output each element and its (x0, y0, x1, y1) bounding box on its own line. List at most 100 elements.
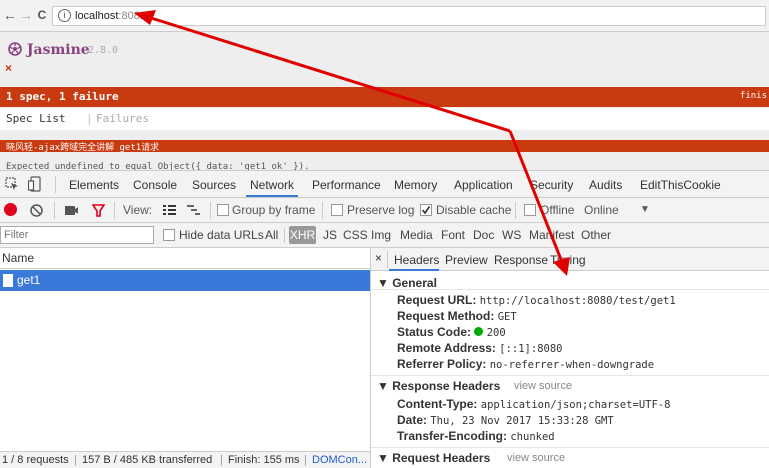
hide-data-urls-checkbox[interactable] (163, 229, 175, 241)
divider (371, 289, 769, 290)
active-tab-indicator (246, 195, 298, 197)
filter-ws[interactable]: WS (502, 228, 521, 242)
tab-performance[interactable]: Performance (312, 178, 381, 192)
inspect-element-icon[interactable] (5, 177, 19, 191)
tab-editthiscookie[interactable]: EditThisCookie (640, 178, 721, 192)
close-icon[interactable]: × (375, 251, 382, 265)
request-list-header[interactable]: Name (0, 248, 370, 269)
filter-manifest[interactable]: Manifest (529, 228, 574, 242)
offline-checkbox[interactable] (524, 204, 536, 216)
filter-xhr[interactable]: XHR (289, 226, 316, 244)
divider (371, 375, 769, 376)
request-url-row: Request URL: http://localhost:8080/test/… (397, 293, 676, 307)
tab-elements[interactable]: Elements (69, 178, 119, 192)
filter-all[interactable]: All (265, 228, 278, 242)
tab-response[interactable]: Response (494, 253, 548, 267)
spec-tabs: Spec List | Failures (0, 108, 769, 130)
throttling-select[interactable]: Online (584, 203, 619, 217)
failed-spec-mark[interactable]: × (5, 61, 12, 75)
browser-toolbar: ← → C i localhost:8081 (0, 0, 769, 32)
filter-other[interactable]: Other (581, 228, 611, 242)
failing-spec-row[interactable]: 晓风轻-ajax跨域完全讲解 get1请求 (0, 140, 769, 153)
preserve-log-checkbox[interactable] (331, 204, 343, 216)
devtools-panel: Elements Console Sources Network Perform… (0, 170, 769, 468)
filter-input[interactable] (0, 226, 154, 244)
large-rows-icon[interactable] (163, 204, 176, 217)
request-name: get1 (17, 273, 41, 287)
status-separator: | (304, 454, 307, 466)
back-button[interactable]: ← (2, 7, 18, 23)
finish-time: Finish: 155 ms (228, 454, 300, 466)
document-icon (3, 274, 13, 287)
info-icon[interactable]: i (58, 9, 71, 22)
requests-count: 1 / 8 requests (2, 454, 69, 466)
chevron-down-icon[interactable]: ▼ (640, 204, 650, 215)
tab-audits[interactable]: Audits (589, 178, 622, 192)
failures-link[interactable]: Failures (96, 112, 149, 125)
jasmine-flower-icon (8, 42, 22, 56)
record-icon[interactable] (4, 203, 17, 216)
domcontentloaded-time: DOMCon... (312, 454, 368, 466)
failing-spec-name: 晓风轻-ajax跨域完全讲解 get1请求 (6, 143, 160, 153)
finished-text: finis (739, 91, 767, 101)
filter-font[interactable]: Font (441, 228, 465, 242)
tab-timing[interactable]: Timing (550, 253, 586, 267)
group-by-frame-label: Group by frame (232, 203, 316, 217)
group-by-frame-checkbox[interactable] (217, 204, 229, 216)
spec-list-link[interactable]: Spec List (6, 112, 66, 125)
status-code-row: Status Code: 200 (397, 325, 506, 339)
status-ok-dot (474, 327, 484, 336)
response-headers-toggle[interactable]: ▼ Response Headers (377, 379, 500, 393)
network-status-bar: 1 / 8 requests | 157 B / 485 KB transfer… (0, 451, 370, 468)
filter-js[interactable]: JS (323, 228, 337, 242)
tab-console[interactable]: Console (133, 178, 177, 192)
divider (210, 202, 211, 219)
hide-data-urls-label: Hide data URLs (179, 228, 264, 242)
status-separator: | (74, 454, 77, 466)
url-text: localhost:8081 (75, 10, 146, 22)
request-headers-toggle[interactable]: ▼ Request Headers (377, 451, 490, 465)
filter-media[interactable]: Media (400, 228, 433, 242)
screenshot-camera-icon[interactable] (65, 204, 78, 217)
jasmine-reporter: Jasmine 2.8.0 × 1 spec, 1 failure finis … (0, 32, 769, 172)
preserve-log-label: Preserve log (347, 203, 415, 217)
tab-network[interactable]: Network (250, 178, 294, 192)
tab-headers[interactable]: Headers (394, 253, 439, 267)
divider (371, 447, 769, 448)
content-type-row: Content-Type: application/json;charset=U… (397, 397, 671, 411)
device-toolbar-icon[interactable] (28, 176, 42, 192)
tab-preview[interactable]: Preview (445, 253, 488, 267)
general-section-toggle[interactable]: ▼ General (377, 276, 437, 290)
checkmark-icon (421, 206, 431, 215)
address-bar[interactable]: i localhost:8081 (52, 6, 766, 26)
tab-security[interactable]: Security (530, 178, 573, 192)
reload-button[interactable]: C (34, 7, 50, 23)
tab-memory[interactable]: Memory (394, 178, 437, 192)
tab-application[interactable]: Application (454, 178, 513, 192)
disable-cache-checkbox[interactable] (420, 204, 432, 216)
active-tab-indicator (389, 269, 439, 271)
divider (54, 202, 55, 219)
transferred-size: 157 B / 485 KB transferred (82, 454, 213, 466)
referrer-policy-row: Referrer Policy: no-referrer-when-downgr… (397, 357, 655, 371)
view-source-link[interactable]: view source (507, 452, 565, 464)
divider (322, 202, 323, 219)
divider (284, 228, 285, 243)
view-source-link[interactable]: view source (514, 380, 572, 392)
request-method-row: Request Method: GET (397, 309, 517, 323)
waterfall-icon[interactable] (187, 204, 200, 217)
filter-doc[interactable]: Doc (473, 228, 494, 242)
tab-sources[interactable]: Sources (192, 178, 236, 192)
request-detail-tabs: × Headers Preview Response Timing (371, 248, 769, 271)
filter-icon[interactable] (92, 204, 105, 217)
request-row-get1[interactable]: get1 (0, 270, 370, 291)
filter-img[interactable]: Img (371, 228, 391, 242)
tab-separator: | (86, 112, 93, 125)
remote-address-row: Remote Address: [::1]:8080 (397, 341, 563, 355)
forward-button[interactable]: → (18, 7, 34, 23)
divider (515, 202, 516, 219)
clear-icon[interactable] (30, 204, 43, 217)
filter-css[interactable]: CSS (343, 228, 368, 242)
filter-bar: Hide data URLs All XHR JS CSS Img Media … (0, 223, 769, 248)
divider (114, 202, 115, 219)
